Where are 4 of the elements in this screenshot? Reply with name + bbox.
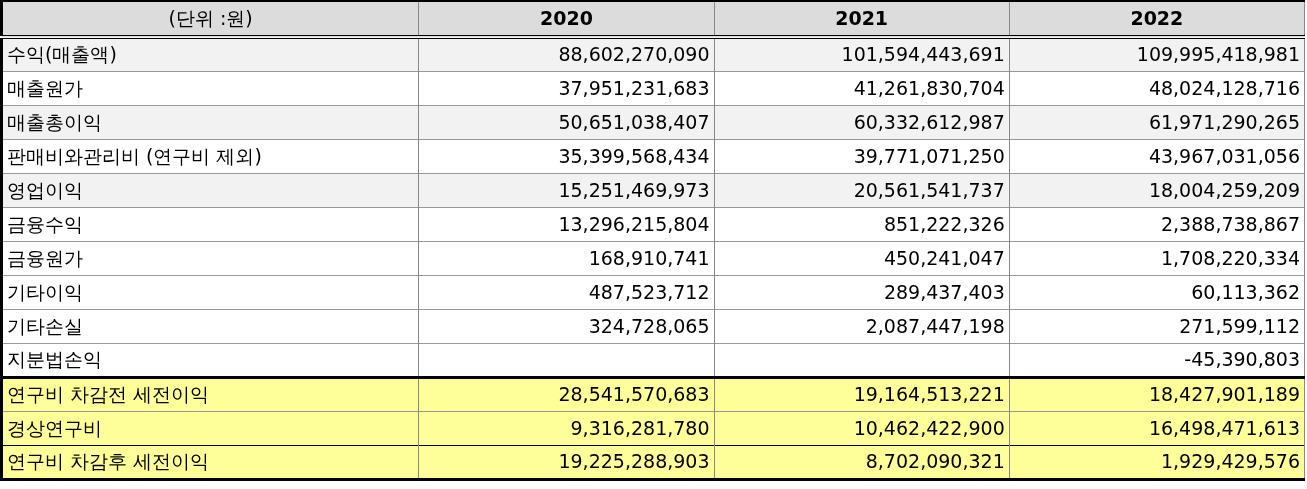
table-cell: 연구비 차감후 세전이익	[1, 445, 419, 479]
table-cell: 1,929,429,576	[1009, 445, 1305, 479]
table-cell: 8,702,090,321	[714, 445, 1010, 479]
table-cell: 19,225,288,903	[418, 445, 715, 479]
